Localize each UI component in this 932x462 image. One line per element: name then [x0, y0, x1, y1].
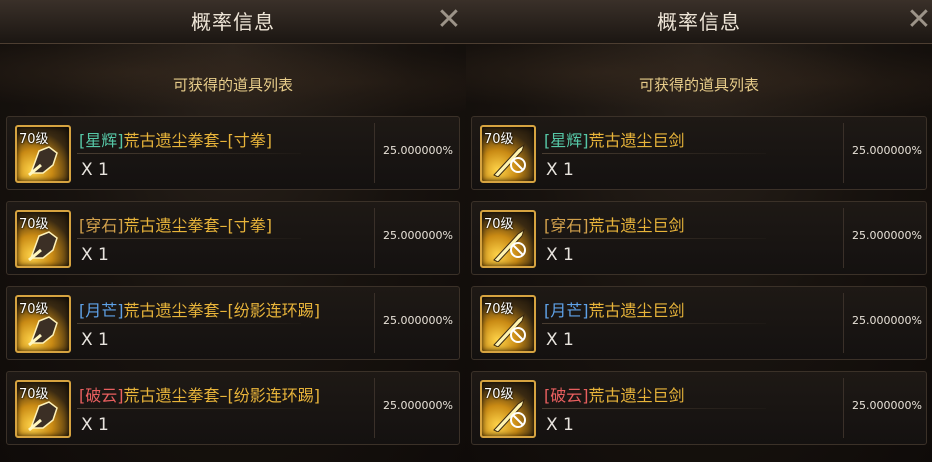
item-quantity: X 1 — [546, 415, 574, 435]
close-x-icon[interactable]: ✕ — [434, 5, 464, 36]
item-name: [月芒]荒古遗尘拳套–[纷影连环踢] — [79, 297, 320, 321]
item-quantity: X 1 — [546, 245, 574, 265]
item-tag: [星辉] — [79, 131, 124, 150]
divider — [374, 378, 375, 438]
greatsword-icon: 70级 — [480, 210, 536, 268]
close-x-icon[interactable]: ✕ — [904, 5, 932, 36]
gauntlet-icon: 70级 — [15, 380, 71, 438]
item-name: [破云]荒古遗尘拳套–[纷影连环踢] — [79, 382, 320, 406]
probability-panel-left: 概率信息 ✕ 可获得的道具列表 70级 [星辉]荒古遗尘拳套–[寸拳] X 1 … — [0, 0, 466, 462]
divider — [374, 208, 375, 268]
item-tag: [破云] — [79, 386, 124, 405]
list-item[interactable]: 70级 [穿石]荒古遗尘拳套–[寸拳] X 1 25.000000% — [6, 201, 460, 275]
item-title: 荒古遗尘拳套–[纷影连环踢] — [123, 386, 321, 405]
item-name: [穿石]荒古遗尘拳套–[寸拳] — [79, 212, 272, 236]
list-subtitle: 可获得的道具列表 — [172, 76, 293, 94]
item-name: [破云]荒古遗尘巨剑 — [544, 382, 685, 406]
item-name: [月芒]荒古遗尘巨剑 — [544, 297, 685, 321]
divider — [77, 408, 301, 409]
panel-title: 概率信息 — [657, 10, 741, 34]
divider — [542, 323, 766, 324]
title-bar: 概率信息 ✕ — [0, 0, 466, 44]
item-tag: [月芒] — [79, 301, 124, 320]
item-title: 荒古遗尘巨剑 — [588, 301, 685, 320]
list-item[interactable]: 70级 [月芒]荒古遗尘拳套–[纷影连环踢] X 1 25.000000% — [6, 286, 460, 360]
item-quantity: X 1 — [81, 160, 109, 180]
list-item[interactable]: 70级 [月芒]荒古遗尘巨剑 X 1 25.000000% — [471, 286, 927, 360]
gauntlet-icon: 70级 — [15, 295, 71, 353]
drop-rate: 25.000000% — [852, 144, 922, 157]
list-item[interactable]: 70级 [星辉]荒古遗尘巨剑 X 1 25.000000% — [471, 116, 927, 190]
item-quantity: X 1 — [81, 415, 109, 435]
drop-rate: 25.000000% — [383, 229, 453, 242]
probability-panel-right: 概率信息 ✕ 可获得的道具列表 70级 [星辉]荒古遗尘巨剑 X 1 25.00… — [466, 0, 932, 462]
item-tag: [月芒] — [544, 301, 589, 320]
item-title: 荒古遗尘巨剑 — [588, 131, 685, 150]
drop-rate: 25.000000% — [852, 399, 922, 412]
item-title: 荒古遗尘巨剑 — [588, 386, 685, 405]
divider — [542, 238, 766, 239]
divider — [843, 378, 844, 438]
divider — [374, 123, 375, 183]
divider — [77, 153, 301, 154]
gauntlet-icon: 70级 — [15, 210, 71, 268]
list-item[interactable]: 70级 [穿石]荒古遗尘巨剑 X 1 25.000000% — [471, 201, 927, 275]
drop-rate: 25.000000% — [383, 314, 453, 327]
item-tag: [星辉] — [544, 131, 589, 150]
item-title: 荒古遗尘拳套–[纷影连环踢] — [123, 301, 321, 320]
item-tag: [破云] — [544, 386, 589, 405]
greatsword-icon: 70级 — [480, 380, 536, 438]
divider — [77, 323, 301, 324]
divider — [542, 408, 766, 409]
item-quantity: X 1 — [546, 160, 574, 180]
item-title: 荒古遗尘巨剑 — [588, 216, 685, 235]
item-quantity: X 1 — [81, 330, 109, 350]
item-name: [星辉]荒古遗尘拳套–[寸拳] — [79, 127, 272, 151]
item-title: 荒古遗尘拳套–[寸拳] — [123, 216, 273, 235]
drop-rate: 25.000000% — [383, 144, 453, 157]
divider — [77, 238, 301, 239]
drop-rate: 25.000000% — [852, 229, 922, 242]
gauntlet-icon: 70级 — [15, 125, 71, 183]
title-bar: 概率信息 ✕ — [466, 0, 932, 44]
item-name: [穿石]荒古遗尘巨剑 — [544, 212, 685, 236]
item-tag: [穿石] — [544, 216, 589, 235]
list-item[interactable]: 70级 [星辉]荒古遗尘拳套–[寸拳] X 1 25.000000% — [6, 116, 460, 190]
item-quantity: X 1 — [546, 330, 574, 350]
divider — [542, 153, 766, 154]
divider — [374, 293, 375, 353]
panel-title: 概率信息 — [191, 10, 275, 34]
item-title: 荒古遗尘拳套–[寸拳] — [123, 131, 273, 150]
divider — [843, 293, 844, 353]
drop-rate: 25.000000% — [383, 399, 453, 412]
list-subtitle: 可获得的道具列表 — [638, 76, 759, 94]
item-tag: [穿石] — [79, 216, 124, 235]
list-item[interactable]: 70级 [破云]荒古遗尘巨剑 X 1 25.000000% — [471, 371, 927, 445]
greatsword-icon: 70级 — [480, 125, 536, 183]
item-name: [星辉]荒古遗尘巨剑 — [544, 127, 685, 151]
item-quantity: X 1 — [81, 245, 109, 265]
divider — [843, 123, 844, 183]
list-item[interactable]: 70级 [破云]荒古遗尘拳套–[纷影连环踢] X 1 25.000000% — [6, 371, 460, 445]
greatsword-icon: 70级 — [480, 295, 536, 353]
drop-rate: 25.000000% — [852, 314, 922, 327]
divider — [843, 208, 844, 268]
